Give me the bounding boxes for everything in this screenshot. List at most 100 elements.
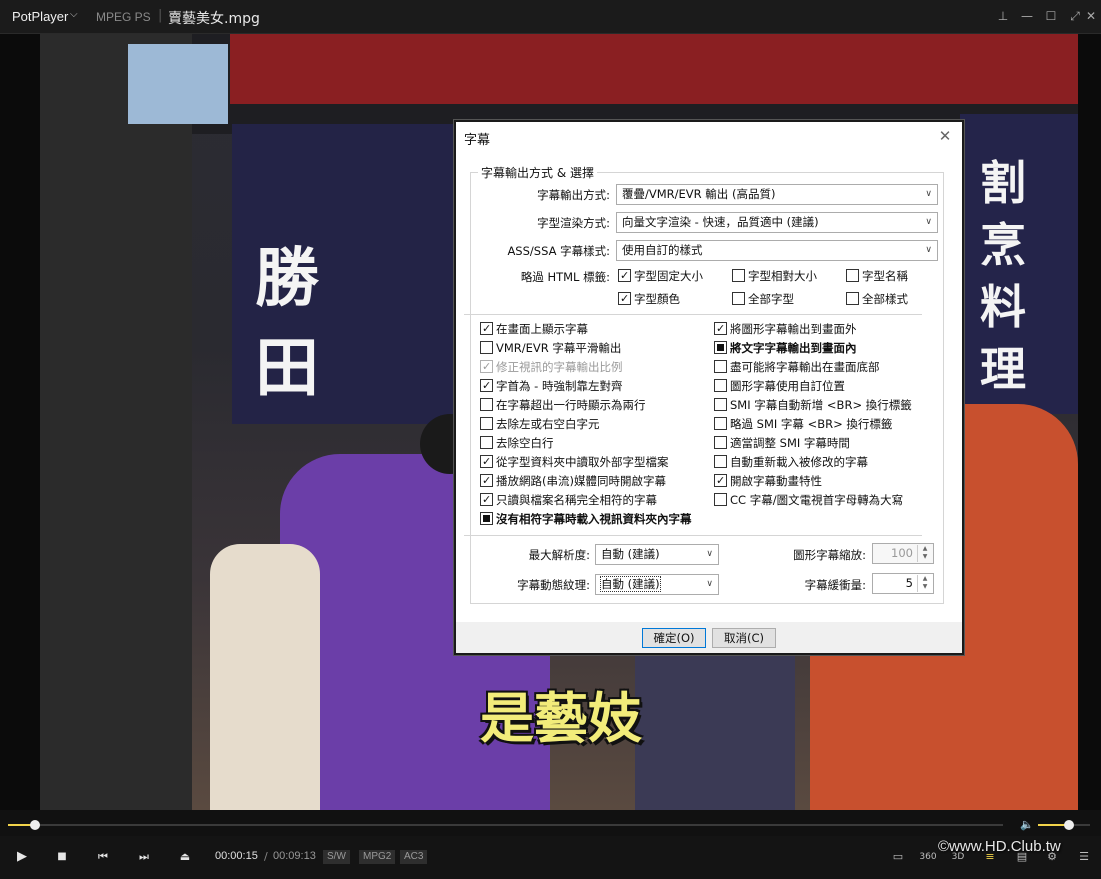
maximize-button[interactable]: ☐ xyxy=(1042,7,1060,25)
video-white-cloth xyxy=(210,544,320,810)
play-button[interactable]: ▶ xyxy=(10,846,34,868)
left-option-checkbox[interactable]: 在字幕超出一行時顯示為兩行 xyxy=(480,397,646,413)
checkbox-label: 字型顏色 xyxy=(634,292,680,306)
checkbox-label: 字型相對大小 xyxy=(748,269,817,283)
dynamic-texture-select[interactable]: 自動 (建議) ∨ xyxy=(595,574,719,595)
checkbox-label: 字型固定大小 xyxy=(634,269,703,283)
checkbox-icon xyxy=(714,322,727,335)
html-option-checkbox[interactable]: 全部樣式 xyxy=(846,291,908,307)
volume-slider[interactable] xyxy=(1038,820,1090,830)
video-codec-badge[interactable]: MPG2 xyxy=(359,850,396,864)
divider xyxy=(464,535,922,536)
seek-thumb[interactable] xyxy=(29,820,40,830)
buffer-spinner[interactable]: 5 ▲ ▼ xyxy=(872,573,934,594)
checkbox-icon xyxy=(480,379,493,392)
right-option-checkbox[interactable]: 自動重新載入被修改的字幕 xyxy=(714,454,868,470)
font-render-select[interactable]: 向量文字渲染 - 快速，品質適中 (建議) ∨ xyxy=(616,212,938,233)
max-resolution-select[interactable]: 自動 (建議) ∨ xyxy=(595,544,719,565)
left-option-checkbox[interactable]: 在畫面上顯示字幕 xyxy=(480,321,588,337)
checkbox-label: 字型名稱 xyxy=(862,269,908,283)
checkbox-label: 去除空白行 xyxy=(496,436,554,450)
checkbox-icon xyxy=(480,455,493,468)
checkbox-label: 圖形字幕使用自訂位置 xyxy=(730,379,845,393)
previous-button[interactable]: ⏮ xyxy=(91,846,115,868)
volume-thumb[interactable] xyxy=(1064,820,1075,830)
next-button[interactable]: ⏭ xyxy=(132,846,156,868)
video-wall-left xyxy=(40,34,192,810)
decoder-badge[interactable]: S/W xyxy=(323,850,350,864)
divider xyxy=(464,314,922,315)
html-option-checkbox[interactable]: 字型相對大小 xyxy=(732,268,817,284)
left-option-checkbox[interactable]: 播放網路(串流)媒體同時開啟字幕 xyxy=(480,473,666,489)
image-scale-value: 100 xyxy=(891,546,913,560)
html-option-checkbox[interactable]: 全部字型 xyxy=(732,291,794,307)
left-option-checkbox[interactable]: 字首為 - 時強制靠左對齊 xyxy=(480,378,622,394)
checkbox-icon xyxy=(480,436,493,449)
buffer-label: 字幕緩衝量: xyxy=(804,578,866,592)
menu-icon[interactable]: ☰ xyxy=(1074,848,1094,866)
stop-button[interactable]: ■ xyxy=(50,846,74,868)
html-option-checkbox[interactable]: 字型顏色 xyxy=(618,291,680,307)
right-option-checkbox[interactable]: 略過 SMI 字幕 <BR> 換行標籤 xyxy=(714,416,892,432)
dialog-body: 字幕輸出方式 & 選擇 字幕輸出方式: 覆疊/VMR/EVR 輸出 (高品質) … xyxy=(456,152,962,622)
group-legend: 字幕輸出方式 & 選擇 xyxy=(478,164,597,181)
checkbox-icon xyxy=(714,341,727,354)
right-option-checkbox[interactable]: CC 字幕/圖文電視首字母轉為大寫 xyxy=(714,492,903,508)
left-option-checkbox[interactable]: 從字型資料夾中讀取外部字型檔案 xyxy=(480,454,669,470)
cancel-button[interactable]: 取消(C) xyxy=(712,628,776,648)
image-scale-label: 圖形字幕縮放: xyxy=(793,548,866,562)
checkbox-label: 播放網路(串流)媒體同時開啟字幕 xyxy=(496,474,666,488)
chevron-down-icon: ∨ xyxy=(925,189,932,199)
checkbox-label: CC 字幕/圖文電視首字母轉為大寫 xyxy=(730,493,904,507)
html-option-checkbox[interactable]: 字型名稱 xyxy=(846,268,908,284)
output-method-select[interactable]: 覆疊/VMR/EVR 輸出 (高品質) ∨ xyxy=(616,184,938,205)
ok-button[interactable]: 確定(O) xyxy=(642,628,706,648)
cast-icon[interactable]: ▭ xyxy=(888,848,908,866)
left-option-checkbox[interactable]: 沒有相符字幕時載入視訊資料夾內字幕 xyxy=(480,511,692,527)
left-option-checkbox[interactable]: 只讀與檔案名稱完全相符的字幕 xyxy=(480,492,657,508)
checkbox-icon xyxy=(618,269,631,282)
right-option-checkbox[interactable]: 適當調整 SMI 字幕時間 xyxy=(714,435,850,451)
ass-style-select[interactable]: 使用自訂的樣式 ∨ xyxy=(616,240,938,261)
close-icon[interactable]: ✕ xyxy=(936,127,954,145)
right-option-checkbox[interactable]: 將文字字幕輸出到畫面內 xyxy=(714,340,857,356)
volume-icon[interactable]: 🔈 xyxy=(1020,818,1034,831)
pin-icon[interactable]: ⊥ xyxy=(994,7,1012,25)
left-option-checkbox[interactable]: VMR/EVR 字幕平滑輸出 xyxy=(480,340,621,356)
checkbox-icon xyxy=(480,360,493,373)
seek-bar[interactable] xyxy=(8,820,1003,830)
spinner-arrows-icon[interactable]: ▲ ▼ xyxy=(917,545,932,562)
eject-button[interactable]: ⏏ xyxy=(173,846,197,868)
potplayer-window: PotPlayer ⌵ MPEG PS | 賣藝美女.mpg ⊥ — ☐ ⤢ ✕… xyxy=(0,0,1101,879)
left-option-checkbox[interactable]: 去除左或右空白字元 xyxy=(480,416,600,432)
audio-codec-badge[interactable]: AC3 xyxy=(400,850,428,864)
chevron-down-icon: ∨ xyxy=(706,579,713,589)
checkbox-label: 修正視訊的字幕輸出比例 xyxy=(496,360,623,374)
checkbox-label: 略過 SMI 字幕 <BR> 換行標籤 xyxy=(730,417,893,431)
360-icon[interactable]: 360 xyxy=(918,848,938,866)
spinner-arrows-icon[interactable]: ▲ ▼ xyxy=(917,575,932,592)
left-option-checkbox[interactable]: 去除空白行 xyxy=(480,435,554,451)
left-option-checkbox: 修正視訊的字幕輸出比例 xyxy=(480,359,623,375)
video-sky xyxy=(128,44,228,124)
html-option-checkbox[interactable]: 字型固定大小 xyxy=(618,268,703,284)
checkbox-label: 自動重新載入被修改的字幕 xyxy=(730,455,868,469)
close-button[interactable]: ✕ xyxy=(1082,7,1100,25)
title-bar: PotPlayer ⌵ MPEG PS | 賣藝美女.mpg ⊥ — ☐ ⤢ ✕ xyxy=(0,0,1101,34)
right-option-checkbox[interactable]: 圖形字幕使用自訂位置 xyxy=(714,378,845,394)
checkbox-label: 開啟字幕動畫特性 xyxy=(730,474,822,488)
checkbox-label: VMR/EVR 字幕平滑輸出 xyxy=(496,341,622,355)
right-option-checkbox[interactable]: 開啟字幕動畫特性 xyxy=(714,473,822,489)
image-scale-spinner[interactable]: 100 ▲ ▼ xyxy=(872,543,934,564)
minimize-button[interactable]: — xyxy=(1018,7,1036,25)
right-option-checkbox[interactable]: 盡可能將字幕輸出在畫面底部 xyxy=(714,359,880,375)
app-menu-button[interactable]: PotPlayer xyxy=(12,9,68,24)
checkbox-label: 沒有相符字幕時載入視訊資料夾內字幕 xyxy=(496,512,692,526)
chevron-down-icon[interactable]: ⌵ xyxy=(70,9,78,20)
chevron-down-icon: ∨ xyxy=(925,245,932,255)
right-option-checkbox[interactable]: 將圖形字幕輸出到畫面外 xyxy=(714,321,857,337)
file-title: 賣藝美女.mpg xyxy=(168,11,260,27)
right-option-checkbox[interactable]: SMI 字幕自動新增 <BR> 換行標籤 xyxy=(714,397,912,413)
skip-html-label: 略過 HTML 標籤: xyxy=(520,270,610,284)
checkbox-icon xyxy=(480,341,493,354)
